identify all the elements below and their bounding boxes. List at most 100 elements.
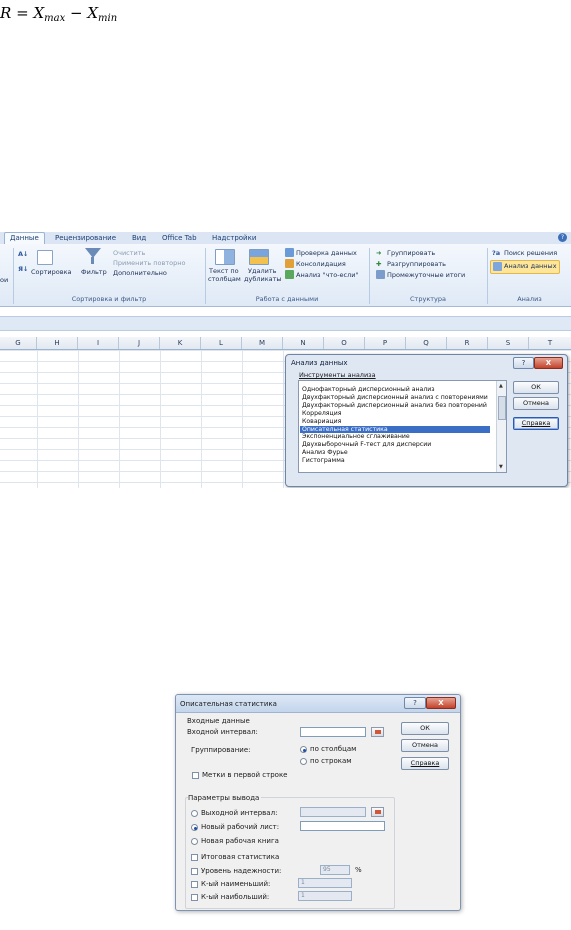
consolidate-button[interactable]: Консолидация: [296, 260, 346, 268]
grid-line: [160, 350, 161, 488]
cancel-button[interactable]: Отмена: [513, 397, 559, 410]
dialog-close-button[interactable]: X: [534, 357, 563, 369]
scroll-up-icon[interactable]: ▲: [499, 383, 503, 389]
desc-ok-button[interactable]: ОК: [401, 722, 449, 735]
tab-review[interactable]: Рецензирование: [50, 233, 121, 244]
column-header-m[interactable]: M: [242, 337, 283, 349]
new-sheet-field[interactable]: [300, 821, 385, 831]
help-button[interactable]: Справка: [513, 417, 559, 430]
by-rows-radio[interactable]: [300, 758, 307, 765]
advanced-button[interactable]: Дополнительно: [113, 269, 167, 277]
output-range-collapse-icon[interactable]: [371, 807, 384, 817]
tab-office-tab[interactable]: Office Tab: [157, 233, 202, 244]
output-range-label[interactable]: Выходной интервал:: [201, 809, 277, 817]
confidence-checkbox[interactable]: [191, 868, 198, 875]
column-header-o[interactable]: O: [324, 337, 365, 349]
kth-smallest-field[interactable]: 1: [298, 878, 352, 888]
list-item[interactable]: Ковариация: [302, 418, 492, 426]
ok-button[interactable]: ОК: [513, 381, 559, 394]
list-item[interactable]: Двухвыборочный F-тест для дисперсии: [302, 441, 492, 449]
tab-addins[interactable]: Надстройки: [207, 233, 261, 244]
column-header-j[interactable]: J: [119, 337, 160, 349]
percent-label: %: [355, 866, 362, 874]
kth-smallest-label[interactable]: К-ый наименьший:: [201, 880, 270, 888]
formula-bar[interactable]: [0, 316, 571, 331]
dialog-help-button[interactable]: ?: [513, 357, 534, 369]
remove-duplicates-label-1[interactable]: Удалить: [248, 267, 276, 275]
confidence-label[interactable]: Уровень надежности:: [201, 867, 281, 875]
summary-label[interactable]: Итоговая статистика: [201, 853, 279, 861]
data-analysis-button[interactable]: Анализ данных: [504, 262, 557, 270]
by-columns-radio[interactable]: [300, 746, 307, 753]
new-sheet-label[interactable]: Новый рабочий лист:: [201, 823, 279, 831]
column-header-q[interactable]: Q: [406, 337, 447, 349]
filter-button[interactable]: Фильтр: [81, 268, 107, 276]
clear-button[interactable]: Очистить: [113, 249, 145, 257]
text-to-columns-label-2[interactable]: столбцам: [208, 275, 241, 283]
help-icon[interactable]: ?: [558, 233, 567, 242]
column-header-k[interactable]: K: [160, 337, 201, 349]
ungroup-button[interactable]: Разгруппировать: [387, 260, 446, 268]
reapply-button[interactable]: Применить повторно: [113, 259, 185, 267]
summary-checkbox[interactable]: [191, 854, 198, 861]
remove-duplicates-label-2[interactable]: дубликаты: [244, 275, 282, 283]
kth-smallest-checkbox[interactable]: [191, 881, 198, 888]
by-rows-label[interactable]: по строкам: [310, 757, 352, 765]
new-book-label[interactable]: Новая рабочая книга: [201, 837, 279, 845]
formula-max-subscript: max: [44, 13, 66, 24]
list-item[interactable]: Гистограмма: [302, 457, 492, 465]
list-item[interactable]: Двухфакторный дисперсионный анализ без п…: [302, 402, 492, 410]
column-header-l[interactable]: L: [201, 337, 242, 349]
text-to-columns-label-1[interactable]: Текст по: [209, 267, 239, 275]
solver-button[interactable]: Поиск решения: [504, 249, 557, 257]
tab-view[interactable]: Вид: [127, 233, 151, 244]
by-columns-label[interactable]: по столбцам: [310, 745, 356, 753]
data-validation-button[interactable]: Проверка данных: [296, 249, 357, 257]
column-header-p[interactable]: P: [365, 337, 406, 349]
sort-button[interactable]: Сортировка: [31, 268, 72, 276]
desc-help-button[interactable]: Справка: [401, 757, 449, 770]
new-sheet-radio[interactable]: [191, 824, 198, 831]
sort-dialog-icon[interactable]: [37, 250, 53, 265]
list-item-selected[interactable]: Описательная статистика: [300, 425, 490, 434]
list-item[interactable]: Двухфакторный дисперсионный анализ с пов…: [302, 394, 492, 402]
column-header-i[interactable]: I: [78, 337, 119, 349]
group-button[interactable]: Группировать: [387, 249, 435, 257]
analysis-tools-list[interactable]: Однофакторный дисперсионный анализ Двухф…: [298, 380, 507, 473]
desc-cancel-button[interactable]: Отмена: [401, 739, 449, 752]
input-range-collapse-icon[interactable]: [371, 727, 384, 737]
column-header-s[interactable]: S: [488, 337, 529, 349]
new-book-radio[interactable]: [191, 838, 198, 845]
scroll-thumb[interactable]: [498, 396, 506, 420]
ungroup-icon: ✚: [376, 260, 382, 268]
column-header-r[interactable]: R: [447, 337, 488, 349]
labels-first-row-label[interactable]: Метки в первой строке: [202, 771, 287, 779]
confidence-field[interactable]: 95: [320, 865, 350, 875]
kth-largest-checkbox[interactable]: [191, 894, 198, 901]
kth-largest-field[interactable]: 1: [298, 891, 352, 901]
list-item[interactable]: Анализ Фурье: [302, 449, 492, 457]
kth-largest-label[interactable]: К-ый наибольший:: [201, 893, 269, 901]
dialog-close-button[interactable]: X: [426, 697, 456, 709]
list-item[interactable]: Однофакторный дисперсионный анализ: [302, 386, 492, 394]
dialog-title: Описательная статистика: [180, 700, 277, 708]
output-range-field[interactable]: [300, 807, 366, 817]
labels-first-row-checkbox[interactable]: [192, 772, 199, 779]
scroll-down-icon[interactable]: ▼: [499, 464, 503, 470]
column-header-n[interactable]: N: [283, 337, 324, 349]
column-header-t[interactable]: T: [529, 337, 571, 349]
text-to-columns-icon[interactable]: [215, 249, 235, 265]
sort-za-icon[interactable]: Я↓: [18, 265, 28, 273]
what-if-button[interactable]: Анализ "что-если": [296, 271, 358, 279]
column-header-h[interactable]: H: [37, 337, 78, 349]
sort-az-icon[interactable]: А↓: [18, 250, 28, 258]
tools-label: Инструменты анализа: [299, 371, 376, 379]
input-range-field[interactable]: [300, 727, 366, 737]
subtotal-button[interactable]: Промежуточные итоги: [387, 271, 465, 279]
list-item[interactable]: Корреляция: [302, 410, 492, 418]
list-scrollbar[interactable]: ▲ ▼: [496, 381, 506, 472]
dialog-help-button[interactable]: ?: [404, 697, 426, 709]
column-header-g[interactable]: G: [0, 337, 37, 349]
remove-duplicates-icon[interactable]: [249, 249, 269, 265]
output-range-radio[interactable]: [191, 810, 198, 817]
